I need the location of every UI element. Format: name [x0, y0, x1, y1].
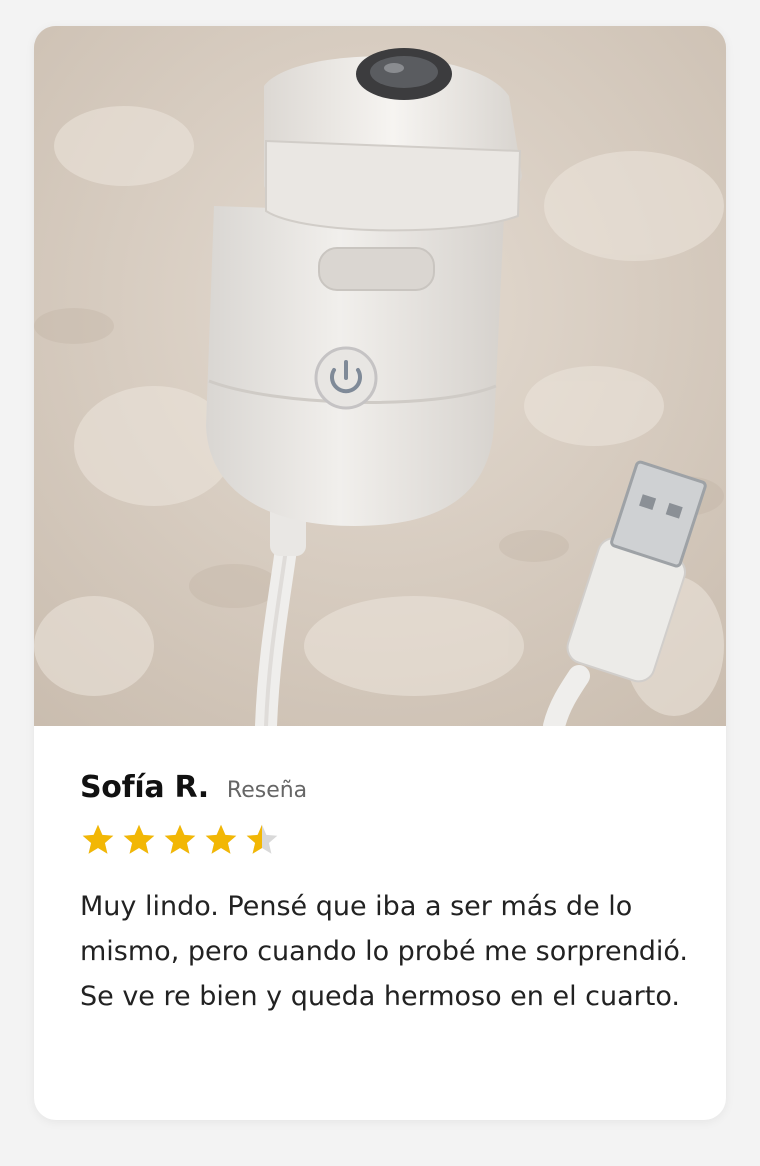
review-content: Sofía R. Reseña Muy lindo. Pensé que iba… [80, 770, 688, 1019]
star-half-icon [246, 824, 278, 854]
star-full-icon [164, 824, 196, 854]
review-tag: Reseña [226, 778, 308, 803]
star-full-icon [205, 824, 237, 854]
star-full-icon [123, 824, 155, 854]
star-rating [80, 820, 686, 860]
product-photo [34, 26, 726, 726]
review-header: Sofía R. Reseña [80, 770, 686, 814]
star-full-icon [82, 824, 114, 854]
reviewer-name: Sofía R. [80, 770, 209, 805]
review-card: Sofía R. Reseña Muy lindo. Pensé que iba… [34, 26, 726, 1120]
review-text: Muy lindo. Pensé que iba a ser más de lo… [80, 891, 688, 1012]
